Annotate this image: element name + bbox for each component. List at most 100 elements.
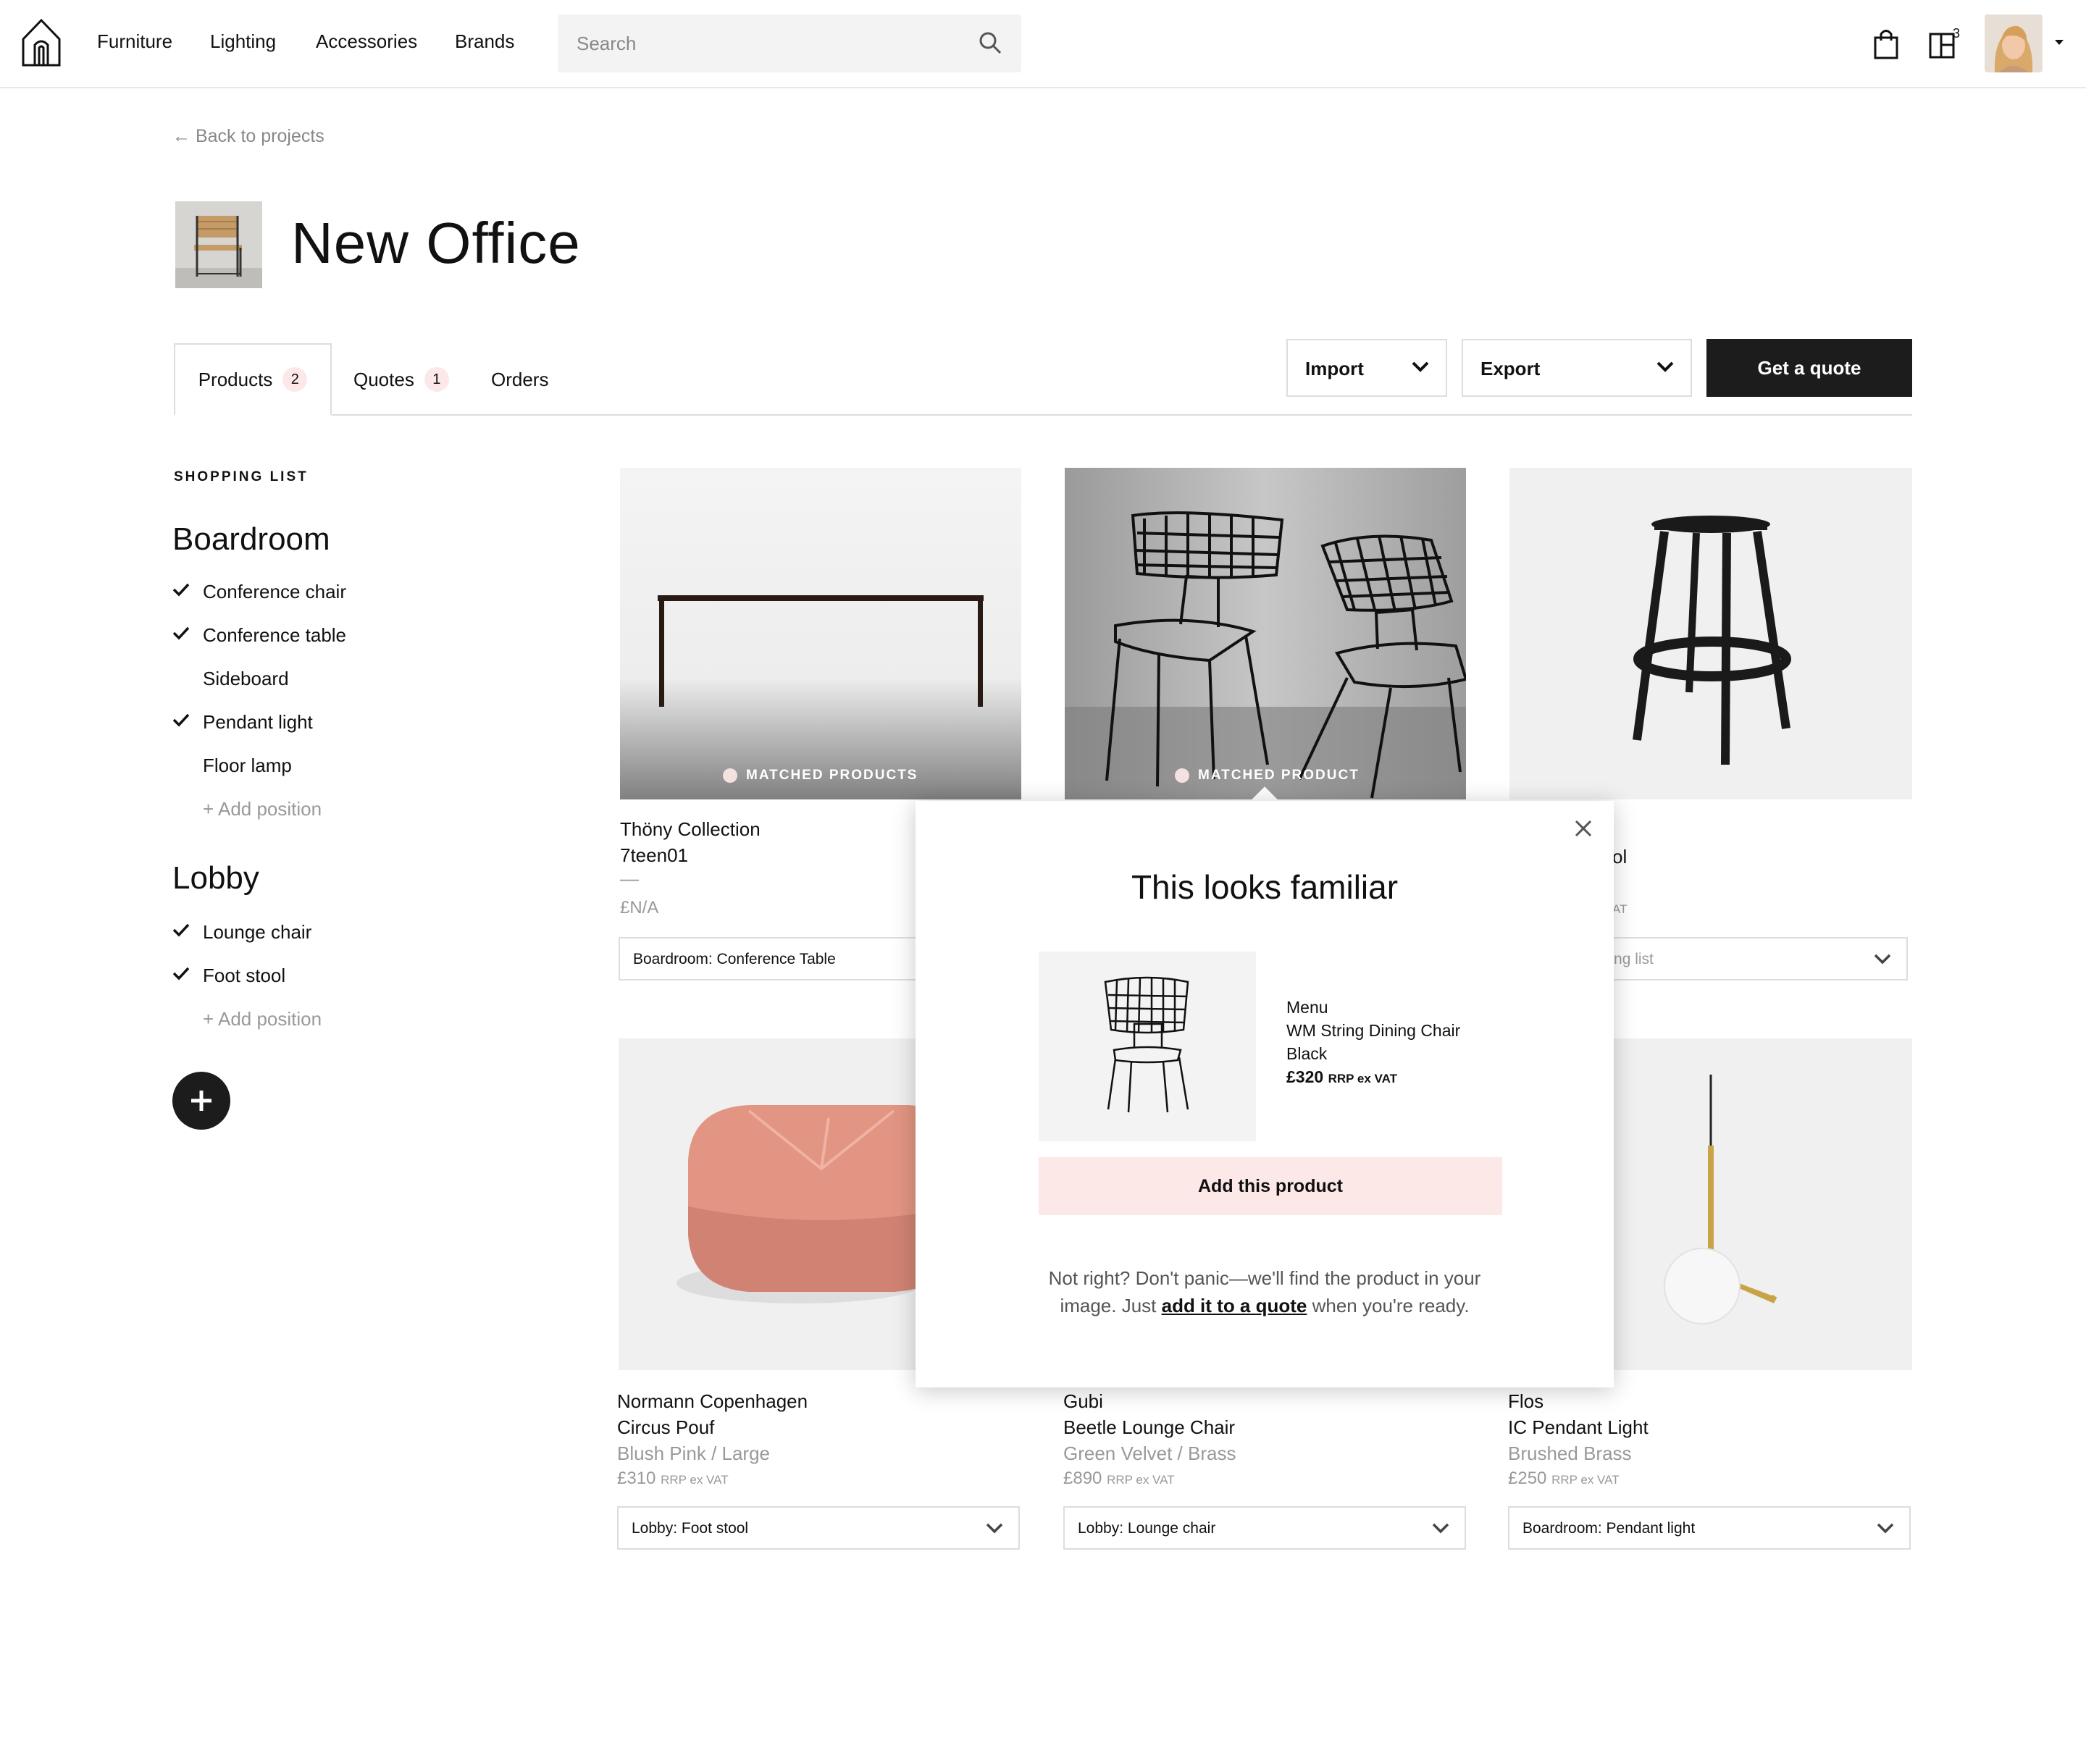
import-dropdown[interactable]: Import	[1286, 339, 1447, 397]
list-item-pendant-light[interactable]: Pendant light	[203, 711, 313, 734]
card-variant: Brushed Brass	[1508, 1442, 1632, 1464]
add-position-lobby[interactable]: + Add position	[203, 1008, 322, 1030]
list-item-conference-chair[interactable]: Conference chair	[203, 581, 346, 603]
popup-variant: Black	[1286, 1044, 1328, 1063]
plus-icon	[191, 1091, 211, 1111]
page-title: New Office	[291, 211, 581, 275]
dot-icon	[1175, 768, 1189, 783]
tab-quotes[interactable]: Quotes 1	[353, 343, 449, 416]
tab-quotes-count: 1	[424, 367, 449, 392]
card-product-name[interactable]: ol	[1612, 846, 1627, 868]
price-note: RRP ex VAT	[1107, 1473, 1175, 1487]
shopping-list-select[interactable]: Lobby: Lounge chair	[1063, 1506, 1466, 1550]
popup-brand: Menu	[1286, 998, 1328, 1017]
card-product-name[interactable]: Circus Pouf	[617, 1416, 714, 1439]
matched-tag-label: MATCHED PRODUCT	[1198, 768, 1360, 783]
nav-accessories[interactable]: Accessories	[316, 30, 417, 53]
nav-brands[interactable]: Brands	[455, 30, 514, 53]
shopping-list-label: SHOPPING LIST	[174, 469, 309, 484]
tab-products-count: 2	[282, 367, 308, 392]
shopping-bag-icon[interactable]	[1873, 28, 1899, 59]
popup-title: This looks familiar	[1131, 868, 1399, 906]
check-icon	[172, 713, 190, 727]
matched-products-tag[interactable]: MATCHED PRODUCTS	[723, 768, 918, 784]
card-price: £890 RRP ex VAT	[1063, 1469, 1175, 1489]
card-brand: Flos	[1508, 1390, 1544, 1412]
back-to-projects-link[interactable]: ← Back to projects	[172, 126, 324, 147]
search-input[interactable]: Search	[558, 14, 1021, 72]
get-quote-button[interactable]: Get a quote	[1706, 339, 1912, 397]
card-price: £310 RRP ex VAT	[617, 1469, 729, 1489]
card-brand: Thöny Collection	[620, 818, 761, 840]
user-avatar[interactable]	[1985, 14, 2043, 72]
tab-quotes-label: Quotes	[353, 368, 414, 390]
shopping-list-select[interactable]: Lobby: Foot stool	[617, 1506, 1020, 1550]
card-product-name[interactable]: Beetle Lounge Chair	[1063, 1416, 1235, 1439]
select-value: Lobby: Lounge chair	[1078, 1520, 1216, 1537]
close-icon[interactable]	[1573, 818, 1593, 839]
price-value: £310	[617, 1469, 656, 1488]
card-product-name[interactable]: IC Pendant Light	[1508, 1416, 1649, 1439]
search-placeholder: Search	[577, 33, 637, 54]
product-image[interactable]	[1509, 468, 1912, 799]
matched-tag-label: MATCHED PRODUCTS	[746, 768, 918, 783]
list-item-conference-table[interactable]: Conference table	[203, 624, 346, 647]
add-this-product-button[interactable]: Add this product	[1039, 1157, 1502, 1215]
group-title-lobby: Lobby	[172, 860, 259, 896]
shopping-list-select[interactable]: Boardroom: Pendant light	[1508, 1506, 1911, 1550]
matched-product-image[interactable]	[1039, 952, 1256, 1141]
add-position-boardroom[interactable]: + Add position	[203, 798, 322, 820]
nav-furniture[interactable]: Furniture	[97, 30, 172, 53]
product-image[interactable]	[620, 468, 1021, 799]
list-item-floor-lamp[interactable]: Floor lamp	[203, 755, 292, 777]
home-logo-icon[interactable]	[20, 17, 62, 68]
chevron-down-icon	[986, 1523, 1003, 1534]
card-variant: —	[620, 868, 639, 889]
group-title-boardroom: Boardroom	[172, 521, 330, 557]
card-price: £N/A	[620, 898, 659, 917]
shopping-list-select[interactable]: pping list	[1579, 937, 1908, 980]
card-product-name[interactable]: 7teen01	[620, 844, 688, 867]
add-group-button[interactable]	[172, 1072, 230, 1130]
import-label: Import	[1305, 358, 1364, 379]
card-brand: Normann Copenhagen	[617, 1390, 808, 1412]
list-item-sideboard[interactable]: Sideboard	[203, 668, 289, 690]
card-price: £250 RRP ex VAT	[1508, 1469, 1620, 1489]
price-note: RRP ex VAT	[1551, 1473, 1620, 1487]
export-dropdown[interactable]: Export	[1462, 339, 1692, 397]
chevron-down-icon	[1656, 361, 1674, 372]
export-label: Export	[1480, 358, 1541, 379]
tab-products[interactable]: Products 2	[174, 343, 332, 416]
add-to-quote-link[interactable]: add it to a quote	[1162, 1295, 1307, 1316]
card-variant: Blush Pink / Large	[617, 1442, 771, 1464]
shopping-list-select[interactable]: Boardroom: Conference Table	[619, 937, 923, 980]
popup-price: £320 RRP ex VAT	[1286, 1067, 1397, 1087]
tab-orders[interactable]: Orders	[491, 343, 548, 416]
chevron-down-icon	[1877, 1523, 1894, 1534]
check-icon	[172, 626, 190, 640]
chevron-down-icon	[1412, 361, 1429, 372]
popup-product-name[interactable]: WM String Dining Chair	[1286, 1021, 1460, 1041]
select-value: Boardroom: Conference Table	[633, 951, 836, 967]
nav-lighting[interactable]: Lighting	[210, 30, 276, 53]
matched-product-tag[interactable]: MATCHED PRODUCT	[1175, 768, 1360, 784]
top-nav: Furniture Lighting Accessories Brands Se…	[0, 0, 2086, 88]
avatar-caret-icon[interactable]	[2054, 39, 2064, 46]
projects-icon[interactable]	[1928, 32, 1956, 59]
chevron-down-icon	[1874, 954, 1891, 965]
chevron-down-icon	[1432, 1523, 1449, 1534]
tab-orders-label: Orders	[491, 368, 549, 390]
project-thumbnail	[175, 201, 262, 288]
popup-note: Not right? Don't panic—we'll find the pr…	[916, 1264, 1614, 1319]
price-value: £320	[1286, 1067, 1324, 1086]
match-popup: This looks familiar Menu WM String Dinin…	[916, 801, 1614, 1387]
price-note: RRP ex VAT	[661, 1473, 729, 1487]
card-brand: Gubi	[1063, 1390, 1103, 1412]
list-item-lounge-chair[interactable]: Lounge chair	[203, 921, 311, 944]
product-image[interactable]	[1065, 468, 1466, 799]
list-item-foot-stool[interactable]: Foot stool	[203, 965, 285, 987]
check-icon	[172, 967, 190, 980]
select-value: Boardroom: Pendant light	[1522, 1520, 1696, 1537]
dot-icon	[723, 768, 737, 783]
search-icon[interactable]	[978, 30, 1002, 55]
